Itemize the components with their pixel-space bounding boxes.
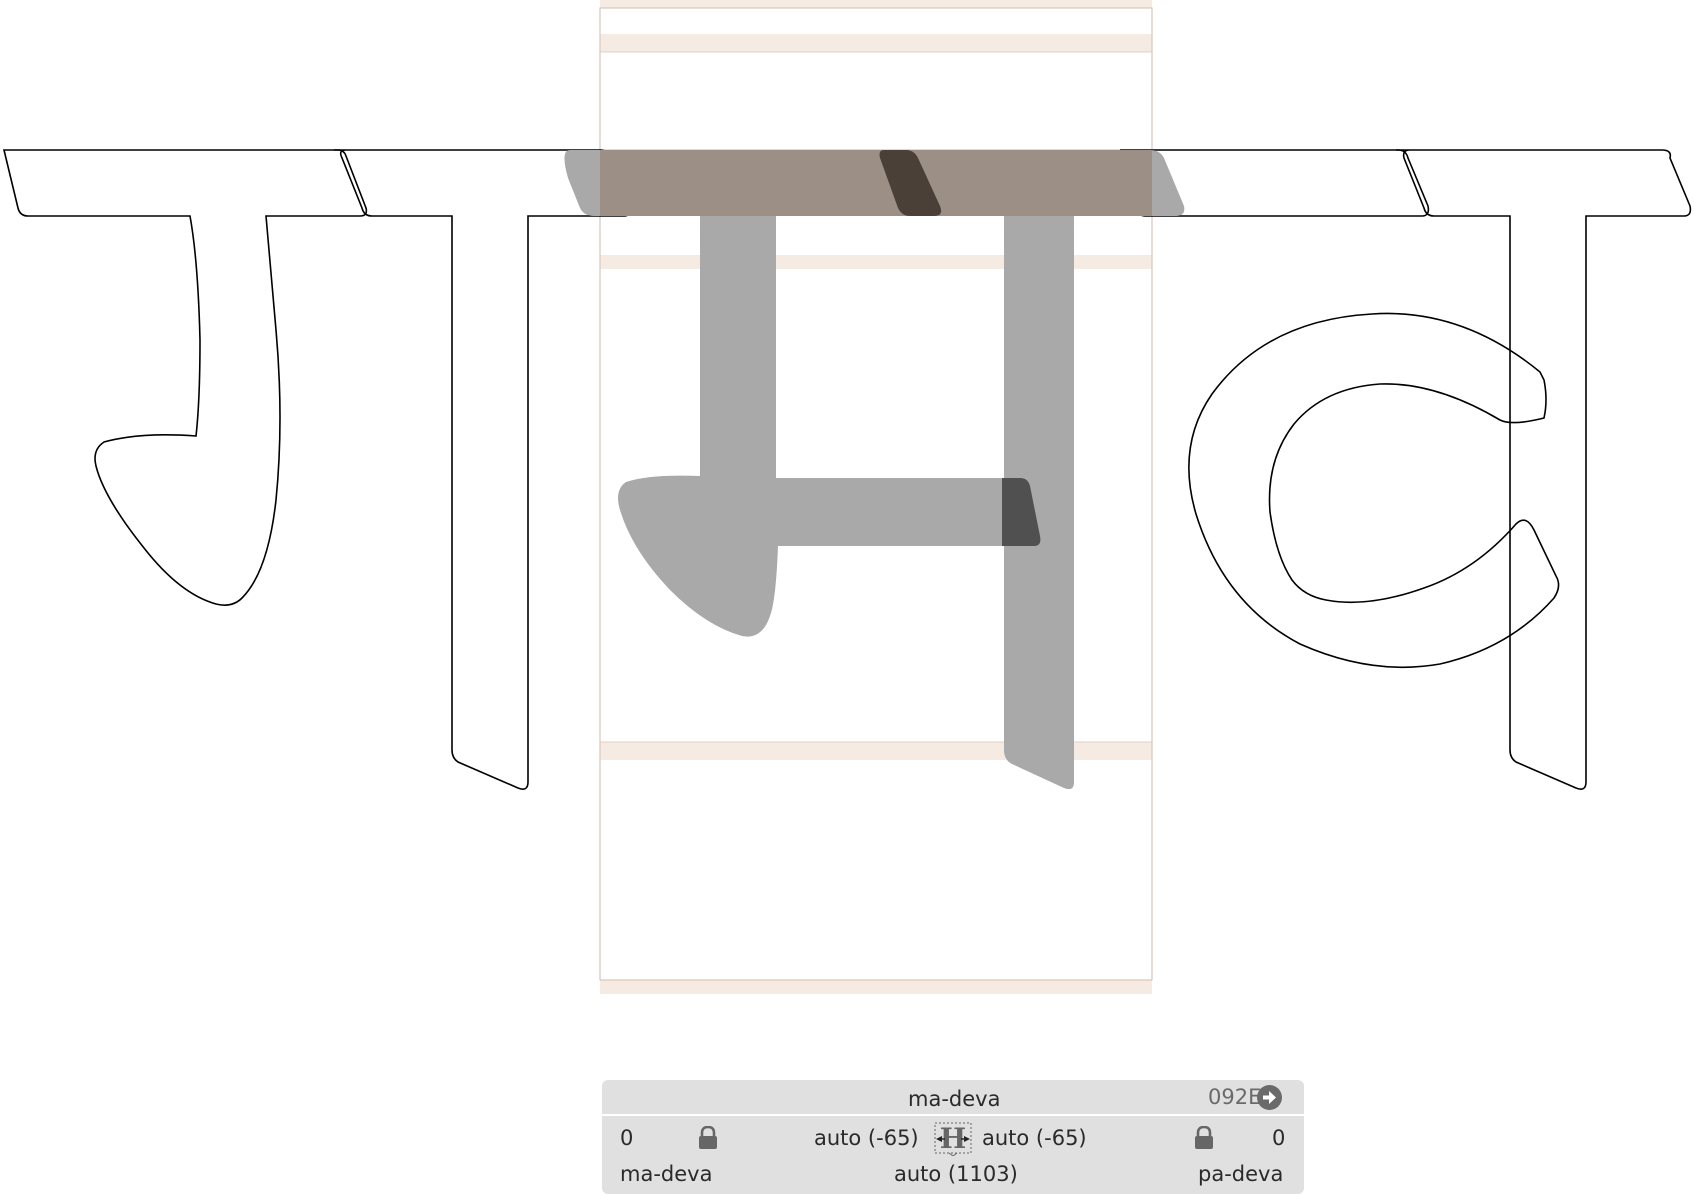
left-kerning-field[interactable]: auto (-65) — [814, 1126, 919, 1150]
left-glyph-outline — [2, 149, 632, 790]
right-glyph-outline — [1118, 149, 1692, 790]
metrics-H-icon[interactable]: H — [934, 1122, 972, 1157]
metrics-panel: 0 auto (-65) H auto (-65) 0 ma-deva auto… — [602, 1116, 1304, 1194]
guide-band-top — [600, 0, 1152, 8]
right-kerning-field[interactable]: auto (-65) — [982, 1126, 1087, 1150]
lsb-lock-icon[interactable] — [698, 1125, 718, 1150]
guide-band-descender — [600, 980, 1152, 994]
headline-overlap-highlight — [600, 150, 1152, 216]
active-glyph-ma-deva — [564, 150, 1185, 790]
rsb-field[interactable]: 0 — [1272, 1126, 1285, 1150]
guide-band-ascender — [600, 34, 1152, 52]
glyph-info-bar: ma-deva 092E — [602, 1080, 1304, 1114]
arrow-right-circle-icon[interactable] — [1257, 1085, 1282, 1110]
unicode-value[interactable]: 092E — [1208, 1085, 1261, 1109]
rsb-lock-icon[interactable] — [1194, 1125, 1214, 1150]
right-glyph-name[interactable]: pa-deva — [1198, 1162, 1283, 1186]
glyph-name: ma-deva — [908, 1087, 1001, 1111]
glyph-editor-canvas[interactable] — [0, 0, 1694, 1194]
left-glyph-name[interactable]: ma-deva — [620, 1162, 712, 1186]
lsb-field[interactable]: 0 — [620, 1126, 633, 1150]
width-field[interactable]: auto (1103) — [894, 1162, 1018, 1186]
